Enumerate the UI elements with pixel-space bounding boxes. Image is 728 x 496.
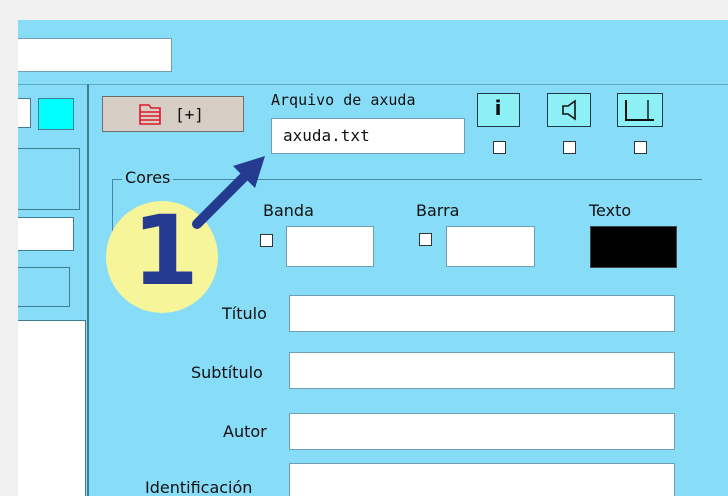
author-input[interactable] [289,413,675,450]
info-checkbox[interactable] [493,141,506,154]
left-small-field[interactable] [18,98,31,128]
left-panel-divider [87,84,89,496]
bar-color-field[interactable] [446,226,535,267]
speaker-button[interactable] [547,93,591,127]
band-color-field[interactable] [286,226,374,267]
colors-group-label: Cores [122,168,174,187]
bar-checkbox[interactable] [419,233,432,246]
identification-label: Identificación [145,478,253,496]
text-color-swatch[interactable] [590,226,677,268]
window-button[interactable] [617,93,663,127]
help-file-value: axuda.txt [283,126,370,145]
speaker-checkbox[interactable] [563,141,576,154]
app-canvas: [+] Arquivo de axuda axuda.txt i Cores B… [18,20,728,496]
text-color-label: Texto [589,201,632,220]
add-help-file-button[interactable]: [+] [102,96,244,132]
title-label: Título [222,304,267,323]
subtitle-input[interactable] [289,352,675,389]
left-input-1[interactable] [18,217,74,251]
subtitle-label: Subtítulo [191,363,263,382]
identification-input[interactable] [289,463,675,496]
info-button[interactable]: i [477,93,520,127]
add-button-label: [+] [175,105,204,124]
window-icon [624,98,656,124]
annotation-arrow [183,150,273,244]
folder-icon [137,101,163,131]
left-cyan-swatch[interactable] [38,98,74,130]
left-input-2[interactable] [18,267,70,307]
left-panel-box [18,148,80,210]
info-icon: i [494,96,502,120]
speaker-icon [558,98,582,122]
top-text-field[interactable] [18,38,172,72]
bar-label: Barra [416,201,460,220]
left-list-area [18,320,86,496]
help-file-label: Arquivo de axuda [271,91,416,109]
top-divider [18,84,728,85]
window-checkbox[interactable] [634,141,647,154]
author-label: Autor [223,422,267,441]
help-file-input[interactable]: axuda.txt [271,118,465,154]
title-input[interactable] [289,295,675,332]
